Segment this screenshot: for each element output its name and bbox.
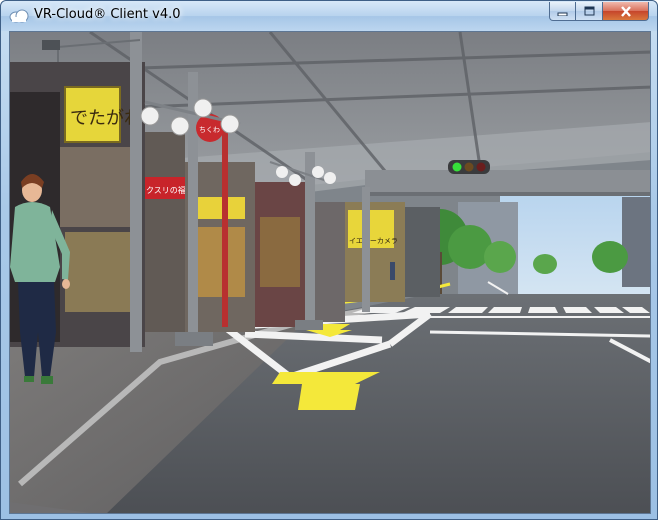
minimize-button[interactable] xyxy=(549,2,576,21)
girder xyxy=(365,170,650,194)
window-title: VR-Cloud® Client v4.0 xyxy=(34,7,181,22)
close-icon xyxy=(620,5,631,17)
app-window: VR-Cloud® Client v4.0 でたがね クスリの福太郎 イエローカ… xyxy=(0,0,658,520)
3d-viewport[interactable]: でたがね クスリの福太郎 イエローカメラ ちくわ xyxy=(9,31,651,514)
street-scene: でたがね クスリの福太郎 イエローカメラ ちくわ xyxy=(10,32,650,513)
distant-building xyxy=(622,197,650,287)
red-round-sign-text: ちくわ xyxy=(199,126,220,134)
close-button[interactable] xyxy=(603,2,649,21)
maximize-icon xyxy=(584,6,594,16)
maximize-button[interactable] xyxy=(576,2,603,21)
traffic-light xyxy=(448,160,490,174)
cloud-icon xyxy=(9,8,29,23)
minimize-icon xyxy=(557,12,568,16)
camera-sign-text: イエローカメラ xyxy=(349,237,398,245)
title-bar[interactable]: VR-Cloud® Client v4.0 xyxy=(1,1,657,31)
crosswalk xyxy=(352,307,650,313)
